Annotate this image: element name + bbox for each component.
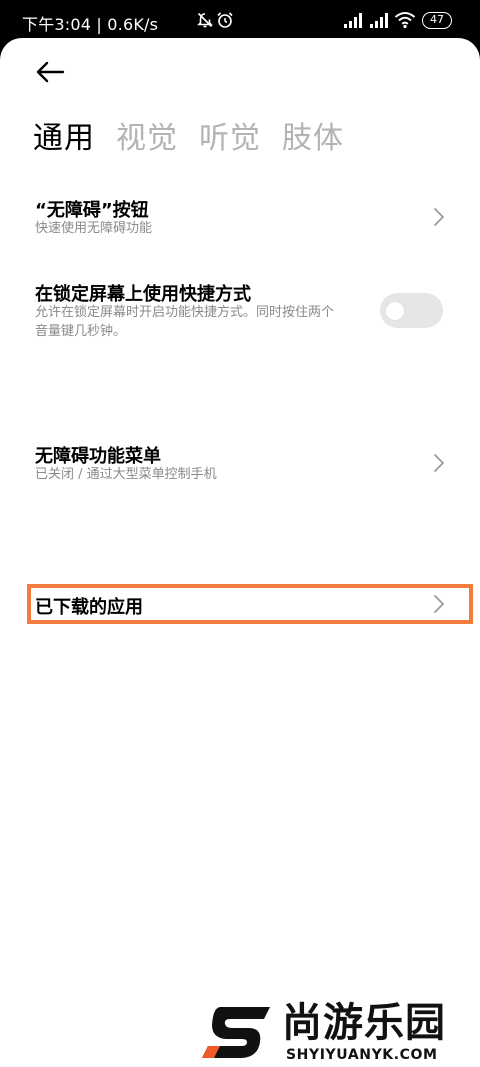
tab-vision[interactable]: 视觉: [116, 113, 178, 157]
accessibility-menu-row[interactable]: 无障碍功能菜单 已关闭 / 通过大型菜单控制手机: [0, 436, 480, 494]
chevron-right-icon: [434, 208, 444, 226]
chevron-right-icon: [434, 595, 444, 613]
watermark-url: SHYIYUANYK.COM: [286, 1047, 438, 1063]
battery-icon: 47: [422, 12, 452, 29]
signal-icon: [369, 11, 389, 33]
row-subtitle-line2: 音量键几秒钟。: [35, 324, 127, 339]
lock-screen-shortcut-toggle[interactable]: [380, 293, 443, 328]
signal-icon: [343, 11, 363, 33]
tab-physical[interactable]: 肢体: [282, 113, 344, 157]
watermark: 尚游乐园 SHYIYUANYK.COM: [200, 1001, 480, 1067]
tab-hearing[interactable]: 听觉: [199, 113, 261, 157]
status-bar: 下午3:04 | 0.6K/s 47: [0, 0, 480, 42]
row-subtitle-line1: 允许在锁定屏幕时开启功能快捷方式。同时按住两个: [35, 305, 335, 320]
tab-general[interactable]: 通用: [33, 113, 95, 157]
wifi-icon: [394, 11, 416, 33]
watermark-logo-icon: [202, 1007, 270, 1058]
toggle-knob: [386, 301, 404, 320]
watermark-name: 尚游乐园: [282, 1000, 446, 1046]
accessibility-screen: 通用 视觉 听觉 肢体 “无障碍”按钮 快速使用无障碍功能 在锁定屏幕上使用快捷…: [0, 38, 480, 1067]
row-subtitle: 快速使用无障碍功能: [35, 221, 153, 236]
status-time: 下午3:04 | 0.6K/s: [22, 15, 159, 34]
lock-screen-shortcut-row[interactable]: 在锁定屏幕上使用快捷方式 允许在锁定屏幕时开启功能快捷方式。同时按住两个 音量键…: [0, 274, 480, 354]
row-title: 已下载的应用: [35, 597, 143, 618]
alarm-icon: [216, 11, 234, 33]
chevron-right-icon: [434, 454, 444, 472]
tab-bar: 通用 视觉 听觉 肢体: [33, 110, 365, 160]
row-subtitle: 已关闭 / 通过大型菜单控制手机: [35, 467, 217, 482]
back-arrow-icon: [36, 61, 65, 83]
downloaded-apps-row[interactable]: 已下载的应用: [0, 588, 480, 620]
back-button[interactable]: [30, 54, 70, 90]
alarm-off-icon: [196, 11, 214, 33]
accessibility-button-row[interactable]: “无障碍”按钮 快速使用无障碍功能: [0, 188, 480, 246]
